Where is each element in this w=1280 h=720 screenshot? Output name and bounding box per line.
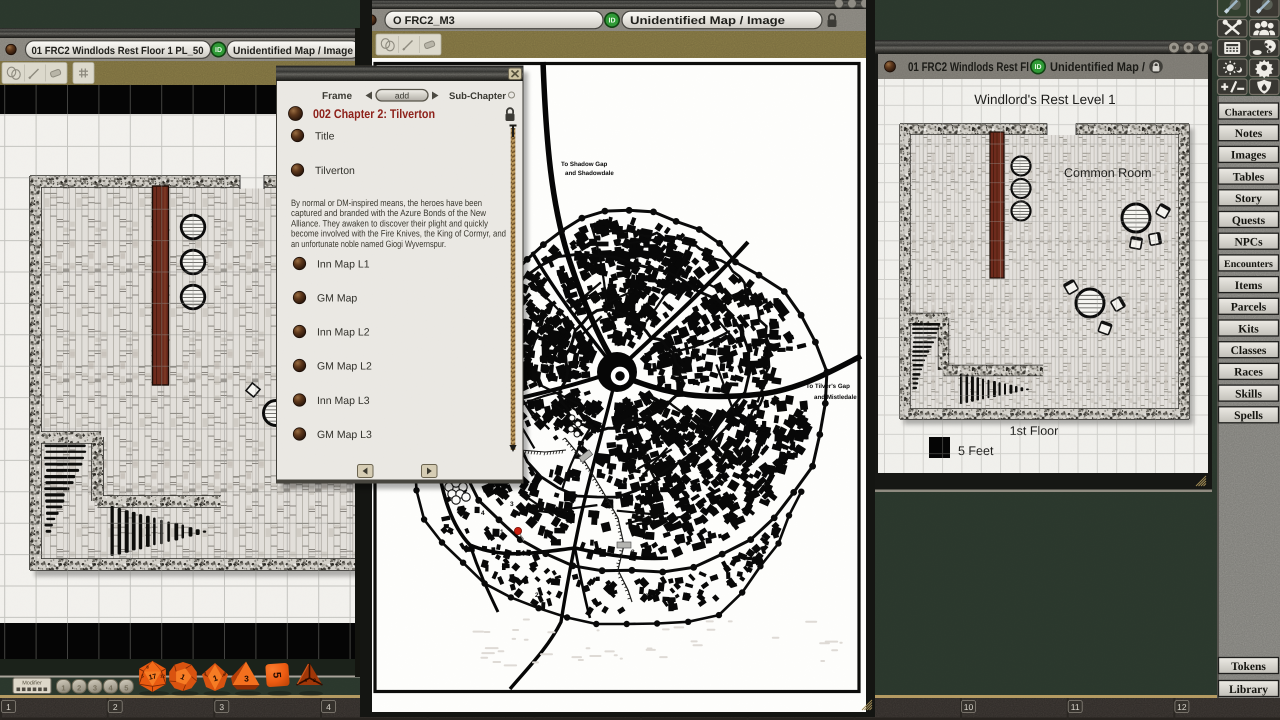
svg-text:Classes: Classes bbox=[1231, 345, 1267, 357]
svg-text:Parcels: Parcels bbox=[1231, 302, 1267, 314]
svg-text:Unidentified Map / Image: Unidentified Map / Image bbox=[630, 15, 785, 27]
svg-text:Windlord's Rest Level 1: Windlord's Rest Level 1 bbox=[974, 92, 1115, 107]
svg-text:Encounters: Encounters bbox=[1224, 259, 1273, 270]
svg-text:4: 4 bbox=[304, 678, 307, 684]
svg-text:Quests: Quests bbox=[1232, 215, 1266, 227]
svg-text:Sub-Chapter: Sub-Chapter bbox=[449, 91, 506, 102]
svg-text:4: 4 bbox=[481, 510, 485, 517]
svg-text:become involved with the Fire: become involved with the Fire Knives, th… bbox=[291, 229, 506, 239]
svg-text:3: 3 bbox=[510, 501, 514, 508]
svg-text:and Mistledale: and Mistledale bbox=[814, 394, 857, 401]
svg-text:ID: ID bbox=[1035, 64, 1042, 71]
svg-text:Images: Images bbox=[1231, 150, 1267, 162]
svg-text:Tables: Tables bbox=[1233, 171, 1265, 183]
svg-text:To Tilver's Gap: To Tilver's Gap bbox=[806, 383, 850, 390]
svg-text:2: 2 bbox=[113, 702, 118, 712]
svg-text:NPCs: NPCs bbox=[1234, 237, 1263, 249]
svg-text:12: 12 bbox=[1177, 702, 1187, 712]
svg-text:GM Map L2: GM Map L2 bbox=[317, 360, 372, 372]
svg-text:GM Map L3: GM Map L3 bbox=[317, 429, 372, 441]
svg-text:Title: Title bbox=[315, 130, 335, 142]
svg-text:Items: Items bbox=[1235, 280, 1263, 292]
svg-text:Inn Map L2: Inn Map L2 bbox=[317, 326, 370, 338]
svg-text:12: 12 bbox=[160, 674, 165, 679]
svg-text:5: 5 bbox=[124, 684, 128, 693]
svg-text:Tokens: Tokens bbox=[1231, 661, 1266, 673]
svg-text:Notes: Notes bbox=[1235, 128, 1263, 140]
svg-text:5 Feet: 5 Feet bbox=[958, 444, 994, 458]
svg-text:8: 8 bbox=[631, 549, 635, 556]
svg-text:Spells: Spells bbox=[1234, 410, 1263, 422]
svg-text:Story: Story bbox=[1235, 193, 1262, 205]
svg-text:002 Chapter 2: Tilverton: 002 Chapter 2: Tilverton bbox=[313, 107, 435, 121]
svg-text:Kits: Kits bbox=[1238, 323, 1259, 335]
svg-text:3: 3 bbox=[219, 702, 224, 712]
svg-text:3: 3 bbox=[244, 674, 249, 684]
svg-text:Alliance. They awaken to disco: Alliance. They awaken to discover their … bbox=[291, 218, 488, 228]
svg-text:1: 1 bbox=[500, 529, 504, 536]
svg-text:11: 11 bbox=[1071, 702, 1080, 712]
svg-text:9: 9 bbox=[645, 593, 649, 600]
svg-text:2: 2 bbox=[535, 592, 539, 599]
svg-text:Frame: Frame bbox=[322, 91, 352, 102]
svg-text:3: 3 bbox=[93, 684, 97, 693]
svg-text:Library: Library bbox=[1229, 684, 1268, 696]
svg-text:add: add bbox=[395, 90, 409, 100]
svg-text:O FRC2_M3: O FRC2_M3 bbox=[393, 15, 455, 27]
svg-text:01 FRC2 Windlods Rest Fl: 01 FRC2 Windlods Rest Fl bbox=[908, 60, 1029, 74]
svg-text:2: 2 bbox=[313, 678, 316, 684]
svg-text:01 FRC2 Windlods Rest Floor 1: 01 FRC2 Windlods Rest Floor 1 PL_50 bbox=[32, 45, 204, 57]
svg-text:1: 1 bbox=[61, 684, 65, 693]
svg-text:Unidentified Map /: Unidentified Map / bbox=[1050, 60, 1145, 74]
svg-text:Inn Map L3: Inn Map L3 bbox=[317, 395, 370, 407]
svg-text:ID: ID bbox=[215, 47, 222, 54]
svg-text:5: 5 bbox=[270, 672, 282, 679]
svg-text:GM Map: GM Map bbox=[317, 292, 357, 304]
svg-text:Inn Map L1: Inn Map L1 bbox=[317, 258, 370, 270]
svg-text:and Shadowdale: and Shadowdale bbox=[565, 170, 614, 177]
svg-text:Races: Races bbox=[1234, 367, 1263, 379]
svg-text:To Shadow Gap: To Shadow Gap bbox=[561, 161, 608, 168]
svg-text:an unfortunate noble named Gio: an unfortunate noble named Giogi Wyverns… bbox=[291, 239, 446, 249]
svg-text:Modifier: Modifier bbox=[22, 681, 42, 687]
svg-text:captured and branded with the: captured and branded with the Azure Bond… bbox=[291, 208, 486, 218]
svg-text:Skills: Skills bbox=[1235, 388, 1262, 400]
svg-text:Common Room: Common Room bbox=[1064, 166, 1152, 180]
svg-text:By normal or DM-inspired means: By normal or DM-inspired means, the hero… bbox=[291, 198, 482, 208]
svg-text:1: 1 bbox=[6, 702, 11, 712]
svg-text:4: 4 bbox=[326, 702, 331, 712]
svg-text:1st Floor: 1st Floor bbox=[1010, 424, 1059, 438]
svg-text:Tilverton: Tilverton bbox=[315, 165, 355, 177]
svg-text:ID: ID bbox=[609, 18, 616, 25]
svg-text:2: 2 bbox=[77, 684, 81, 693]
svg-text:Characters: Characters bbox=[1225, 107, 1273, 118]
svg-text:10: 10 bbox=[964, 702, 974, 712]
svg-text:Unidentified Map / Image: Unidentified Map / Image bbox=[233, 45, 353, 57]
